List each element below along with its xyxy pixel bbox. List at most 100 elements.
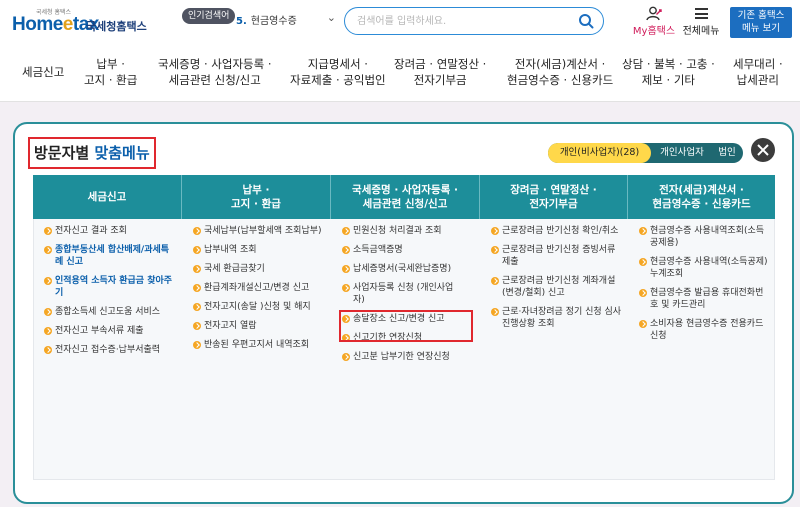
search-input[interactable] (357, 13, 567, 29)
gnb-consult[interactable]: 상담 · 불복 · 고충 · 제보 · 기타 (622, 56, 715, 88)
tab-corporation[interactable]: 법인 (712, 143, 742, 163)
arrow-bullet-icon (491, 308, 499, 316)
column-header-line: 납부 · (242, 184, 270, 196)
gnb-certificates[interactable]: 국세증명 · 사업자등록 · 세금관련 신청/신고 (158, 56, 272, 88)
menu-link-label: 근로·자녀장려금 정기 신청 심사 진행상황 조회 (502, 307, 622, 329)
menu-link[interactable]: 납부내역 조회 (193, 244, 327, 256)
menu-link[interactable]: 국세납부(납부할세액 조회납부) (193, 225, 327, 237)
gnb-payment[interactable]: 납부 · 고지 · 환급 (84, 56, 137, 88)
menu-link[interactable]: 전자신고 결과 조회 (44, 225, 177, 237)
arrow-bullet-icon (44, 246, 52, 254)
menu-link-business-registration[interactable]: 사업자등록 신청 (개인사업자) (342, 282, 464, 306)
menu-link[interactable]: 근로장려금 반기신청 확인/취소 (491, 225, 624, 237)
column-header[interactable]: 전자(세금)계산서 · 현금영수증 · 신용카드 (628, 175, 775, 219)
menu-link[interactable]: 현금영수증 사용내역조회(소득공제용) (639, 225, 769, 249)
old-hometax-line1: 기존 홈택스 (737, 10, 785, 21)
arrow-bullet-icon (342, 246, 350, 254)
search-icon[interactable] (578, 13, 594, 29)
column-header-line: 국세증명 · 사업자등록 · (352, 184, 458, 196)
column-headers: 세금신고 납부 · 고지 · 환급 국세증명 · 사업자등록 · 세금관련 신청/신… (33, 175, 775, 219)
menu-columns: 전자신고 결과 조회 종합부동산세 합산배제/과세특례 신고 인적용역 소득자 … (33, 219, 775, 480)
menu-link[interactable]: 종합부동산세 합산배제/과세특례 신고 (44, 244, 177, 268)
menu-link[interactable]: 전자신고 접수증·납부서출력 (44, 344, 177, 356)
menu-link-label: 소득금액증명 (353, 245, 403, 255)
arrow-bullet-icon (193, 341, 201, 349)
menu-link[interactable]: 현금영수증 사용내역(소득공제)누계조회 (639, 256, 769, 280)
column-header-line: 전자(세금)계산서 · (659, 184, 744, 196)
menu-link[interactable]: 현금영수증 발급용 휴대전화번호 및 카드관리 (639, 287, 769, 311)
gnb-label: 세금관련 신청/신고 (168, 73, 261, 87)
logo-home: Home (12, 14, 63, 35)
popular-search-rank: 5. (236, 16, 247, 27)
menu-column: 국세납부(납부할세액 조회납부) 납부내역 조회 국세 환급금찾기 환급계좌개설… (193, 225, 327, 358)
visitor-type-tabs: 개인(비사업자)(28) 개인사업자 법인 (548, 143, 743, 163)
menu-link[interactable]: 전자신고 부속서류 제출 (44, 325, 177, 337)
search-box (344, 7, 604, 35)
popular-search-badge: 인기검색어 (182, 8, 236, 24)
menu-link[interactable]: 전자고지 열람 (193, 320, 327, 332)
column-header[interactable]: 장려금 · 연말정산 · 전자기부금 (480, 175, 628, 219)
logo-subtitle: 국세청홈택스 (86, 20, 147, 33)
menu-link[interactable]: 소비자용 현금영수증 전용카드 신청 (639, 318, 769, 342)
all-menu-button[interactable]: 전체메뉴 (680, 6, 722, 37)
gnb-e-invoice[interactable]: 전자(세금)계산서 · 현금영수증 · 신용카드 (507, 56, 613, 88)
arrow-bullet-icon (639, 320, 647, 328)
gnb-incentives[interactable]: 장려금 · 연말정산 · 전자기부금 (394, 56, 486, 88)
column-header-line: 세금신고 (87, 191, 127, 203)
menu-link[interactable]: 신고분 납부기한 연장신청 (342, 351, 476, 363)
selection-highlight (339, 310, 473, 342)
menu-link[interactable]: 종합소득세 신고도움 서비스 (44, 306, 177, 318)
menu-link-label: 근로장려금 반기신청 확인/취소 (502, 226, 619, 236)
popular-search-select[interactable]: 5. 현금영수증 ⌄ (236, 11, 340, 30)
column-header[interactable]: 국세증명 · 사업자등록 · 세금관련 신청/신고 (331, 175, 480, 219)
gnb-label: 세무대리 · (733, 57, 783, 71)
gnb-tax-filing[interactable]: 세금신고 (22, 64, 64, 80)
menu-link[interactable]: 인적용역 소득자 환급금 찾아주기 (44, 275, 177, 299)
menu-link-label: 반송된 우편고지서 내역조회 (204, 340, 310, 350)
menu-link[interactable]: 민원신청 처리결과 조회 (342, 225, 476, 237)
menu-link[interactable]: 국세 환급금찾기 (193, 263, 327, 275)
menu-link[interactable]: 반송된 우편고지서 내역조회 (193, 339, 327, 351)
gnb-label: 지급명세서 · (307, 57, 368, 71)
menu-column: 현금영수증 사용내역조회(소득공제용) 현금영수증 사용내역(소득공제)누계조회… (639, 225, 769, 349)
menu-link[interactable]: 근로·자녀장려금 정기 신청 심사 진행상황 조회 (491, 306, 624, 330)
menu-link-label: 현금영수증 사용내역(소득공제)누계조회 (650, 257, 768, 279)
arrow-bullet-icon (193, 227, 201, 235)
close-button[interactable] (751, 138, 775, 162)
gnb-label: 전자기부금 (413, 73, 467, 87)
arrow-bullet-icon (44, 327, 52, 335)
gnb-label: 자료제출 · 공익법인 (290, 73, 386, 87)
arrow-bullet-icon (193, 303, 201, 311)
column-header[interactable]: 납부 · 고지 · 환급 (182, 175, 331, 219)
column-header[interactable]: 세금신고 (33, 175, 182, 219)
menu-link[interactable]: 전자고지(송달 )신청 및 해지 (193, 301, 327, 313)
menu-link[interactable]: 납세증명서(국세완납증명) (342, 263, 476, 275)
gnb-label: 납세관리 (736, 73, 779, 87)
column-header-line: 전자기부금 (529, 198, 578, 210)
arrow-bullet-icon (44, 227, 52, 235)
tab-sole-proprietor[interactable]: 개인사업자 (654, 143, 710, 163)
gnb-label: 전자(세금)계산서 · (514, 57, 606, 71)
gnb-label: 국세증명 · 사업자등록 · (158, 57, 272, 71)
user-icon (646, 6, 662, 21)
menu-link[interactable]: 근로장려금 반기신청 증빙서류 제출 (491, 244, 624, 268)
old-hometax-button[interactable]: 기존 홈택스 메뉴 보기 (730, 7, 792, 38)
gnb-label: 제보 · 기타 (641, 73, 696, 87)
arrow-bullet-icon (639, 227, 647, 235)
gnb-tax-agent[interactable]: 세무대리 · 납세관리 (733, 56, 783, 88)
title-accent: 맞춤메뉴 (94, 144, 150, 162)
menu-link[interactable]: 근로장려금 반기신청 계좌개설(변경/철회) 신고 (491, 275, 624, 299)
popular-search-value: 현금영수증 (250, 16, 297, 27)
hometax-logo[interactable]: 국세청 홈택스 Homeetax 국세청홈택스 (12, 6, 147, 40)
menu-link-label: 종합소득세 신고도움 서비스 (55, 307, 161, 317)
old-hometax-line2: 메뉴 보기 (742, 23, 780, 34)
gnb-payment-statements[interactable]: 지급명세서 · 자료제출 · 공익법인 (290, 56, 386, 88)
menu-link[interactable]: 환급계좌개설신고/변경 신고 (193, 282, 327, 294)
menu-link-label: 근로장려금 반기신청 계좌개설(변경/철회) 신고 (502, 276, 616, 298)
column-header-line: 장려금 · 연말정산 · (510, 184, 597, 196)
menu-link[interactable]: 소득금액증명 (342, 244, 476, 256)
my-hometax-button[interactable]: My홈택스 (630, 6, 678, 37)
menu-link-label: 전자고지 열람 (204, 321, 257, 331)
tab-individual[interactable]: 개인(비사업자)(28) (548, 143, 651, 163)
arrow-bullet-icon (44, 346, 52, 354)
